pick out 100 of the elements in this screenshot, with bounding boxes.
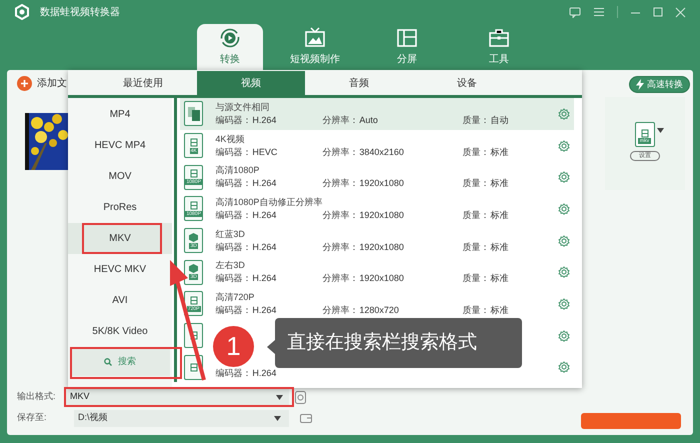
quality-value: 自动 <box>490 114 508 127</box>
cube-icon <box>189 264 198 274</box>
quality-value: 标准 <box>490 177 508 190</box>
format-category[interactable]: ProRes <box>68 192 172 223</box>
format-category[interactable]: HEVC MP4 <box>68 130 172 161</box>
field-label: 分辨率： <box>322 114 360 127</box>
preset-name: 4K视频 <box>215 134 244 144</box>
codec-value: H.264 <box>252 304 276 317</box>
codec-value: H.264 <box>252 367 276 380</box>
convert-icon <box>219 27 241 49</box>
preset-name: 高清1080P <box>215 165 260 176</box>
field-label: 编码器： <box>215 367 252 380</box>
preset-name: 与源文件相同 <box>215 102 270 112</box>
field-label: 编码器： <box>215 208 252 222</box>
field-label: 分辨率： <box>322 208 360 222</box>
settings-icon[interactable] <box>558 140 570 152</box>
main-tab[interactable]: 分屏 <box>367 24 447 70</box>
resolution-value: 3840x2160 <box>359 146 404 159</box>
field-label: 分辨率： <box>322 146 360 159</box>
field-label: 质量： <box>462 272 490 286</box>
preset-name: 红蓝3D <box>215 228 245 239</box>
format-tab[interactable]: 最近使用 <box>89 71 197 95</box>
quality-value: 标准 <box>490 304 508 317</box>
format-settings-icon[interactable] <box>295 390 306 404</box>
settings-icon[interactable] <box>558 171 570 184</box>
format-tab[interactable]: 音频 <box>305 71 413 95</box>
resolution-value: Auto <box>359 114 378 127</box>
preset-name: 左右3D <box>215 260 245 270</box>
preset-name: 高清720P <box>215 292 254 302</box>
format-category[interactable]: AVI <box>68 285 172 316</box>
field-label: 保存至: <box>17 411 48 424</box>
settings-icon[interactable] <box>558 330 570 342</box>
copy-icon <box>188 106 200 121</box>
film-icon <box>640 129 648 138</box>
hint-tooltip: 直接在搜索栏搜索格式 <box>275 318 522 368</box>
settings-icon[interactable] <box>558 234 570 247</box>
film-icon <box>190 138 198 147</box>
film-icon <box>190 296 198 305</box>
caret-icon[interactable] <box>656 128 664 133</box>
settings-icon[interactable] <box>558 108 570 120</box>
field-label: 分辨率： <box>322 304 360 317</box>
field-label: 编码器： <box>215 272 252 286</box>
settings-icon[interactable] <box>558 202 570 215</box>
field-label: 质量： <box>462 304 490 317</box>
preset-name: 高清1080P自动修正分辨率 <box>215 196 322 207</box>
main-tab[interactable]: 工具 <box>459 24 539 70</box>
fast-convert-button[interactable]: 高速转换 <box>629 76 690 93</box>
tv-icon <box>304 27 326 49</box>
field-label: 分辨率： <box>322 177 360 190</box>
field-label: 分辨率： <box>322 272 360 286</box>
quality-value: 标准 <box>490 146 508 159</box>
format-tab[interactable]: 设备 <box>413 71 521 95</box>
resolution-value: 1280x720 <box>359 304 399 317</box>
main-tab[interactable]: 短视频制作 <box>275 24 355 70</box>
codec-value: H.264 <box>252 177 276 190</box>
field-label: 质量： <box>462 208 490 222</box>
field-label: 输出格式: <box>17 390 57 404</box>
add-icon[interactable] <box>17 76 32 91</box>
cube-icon <box>189 232 198 242</box>
codec-value: HEVC <box>252 146 278 159</box>
settings-icon[interactable] <box>558 266 570 278</box>
caret-icon <box>274 416 281 420</box>
save-path-select[interactable]: D:\视频 <box>74 410 289 426</box>
field-label: 质量： <box>462 114 490 127</box>
toolbox-icon <box>488 27 510 49</box>
pointer-icon <box>267 340 275 354</box>
output-format-select[interactable]: MKV <box>64 388 289 406</box>
quality-value: 标准 <box>490 208 508 222</box>
quality-value: 标准 <box>490 272 508 286</box>
codec-value: H.264 <box>252 272 276 286</box>
settings-icon[interactable] <box>558 361 570 374</box>
format-category[interactable]: MOV <box>68 161 172 192</box>
format-category[interactable]: MP4 <box>68 99 172 130</box>
selected-preset-row[interactable]: 与源文件相同 编码器：H.264 分辨率：Auto 质量：自动 <box>180 98 574 130</box>
film-icon <box>190 200 198 210</box>
resolution-value: 1920x1080 <box>359 177 404 190</box>
codec-value: H.264 <box>252 208 276 222</box>
window-title: 数据蛙视频转换器 <box>40 6 120 20</box>
resolution-value: 1920x1080 <box>359 240 404 254</box>
format-category[interactable]: 5K/8K Video <box>68 316 172 347</box>
field-label: 质量： <box>462 146 490 159</box>
format-category[interactable]: HEVC MKV <box>68 254 172 285</box>
layout-icon <box>396 27 418 49</box>
app-logo-icon <box>14 4 30 20</box>
resolution-value: 1920x1080 <box>359 208 404 222</box>
main-tab[interactable]: 转换 <box>197 24 263 70</box>
field-label: 编码器： <box>215 146 252 159</box>
add-file-button[interactable]: 添加文 <box>37 76 67 91</box>
feedback-icon[interactable] <box>569 6 581 18</box>
folder-icon[interactable] <box>300 413 312 423</box>
format-tab[interactable]: 视频 <box>197 71 305 95</box>
settings-icon[interactable] <box>558 298 570 310</box>
menu-icon[interactable] <box>593 7 605 17</box>
film-icon <box>190 169 198 178</box>
search-icon <box>104 358 112 366</box>
close-icon[interactable] <box>675 6 686 18</box>
maximize-icon[interactable] <box>653 7 663 17</box>
quality-value: 标准 <box>490 240 508 254</box>
field-label: 编码器： <box>215 114 252 127</box>
film-icon <box>190 331 198 340</box>
